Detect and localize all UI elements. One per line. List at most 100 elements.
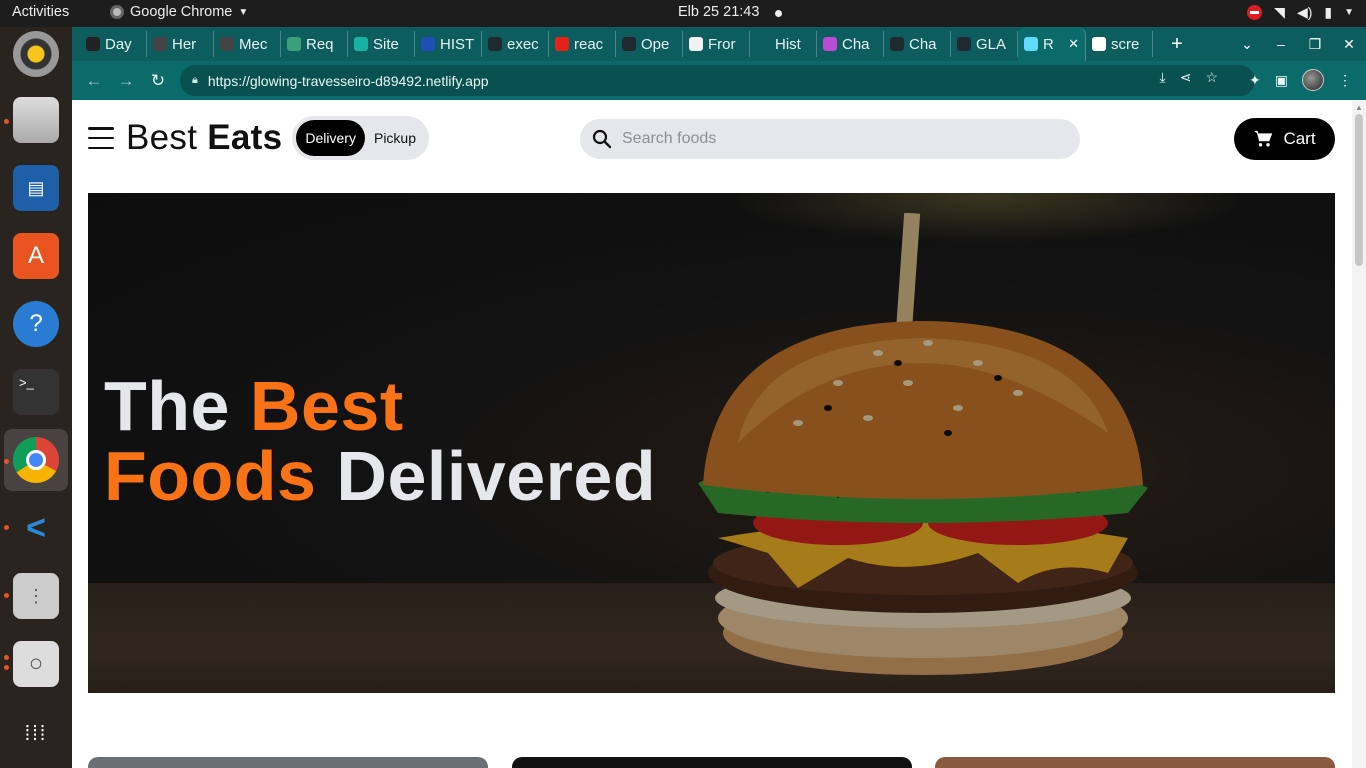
page-scrollbar[interactable]: ▲ bbox=[1352, 100, 1366, 768]
hamburger-menu-icon[interactable] bbox=[88, 127, 114, 149]
browser-tab[interactable]: Site bbox=[348, 31, 415, 57]
system-tray[interactable]: ◥ ◀) ▮ ▼ bbox=[1247, 4, 1354, 21]
writer-icon[interactable]: ▤ bbox=[13, 165, 59, 211]
app-menu[interactable]: Google Chrome ▼ bbox=[110, 4, 248, 20]
tab-strip: Day Her Mec Req Site HIST exec reac Ope Fror Hist C… bbox=[72, 27, 1366, 61]
wifi-icon[interactable]: ◥ bbox=[1274, 4, 1285, 21]
address-bar[interactable]: 🔒︎ https://glowing-travesseiro-d89492.ne… bbox=[180, 65, 1255, 96]
food-card[interactable] bbox=[935, 757, 1335, 768]
cart-button[interactable]: Cart bbox=[1234, 118, 1335, 160]
tab-favicon-icon bbox=[1024, 37, 1038, 51]
chrome-dock-icon[interactable] bbox=[4, 429, 68, 491]
battery-icon[interactable]: ▮ bbox=[1324, 4, 1332, 21]
minimize-icon[interactable]: – bbox=[1264, 36, 1298, 52]
tab-title: Site bbox=[373, 35, 399, 53]
tab-title: Hist bbox=[775, 35, 801, 53]
tab-title: GLA bbox=[976, 35, 1007, 53]
browser-tab[interactable]: exec bbox=[482, 31, 549, 57]
clock[interactable]: Elb 25 21:43 bbox=[678, 4, 759, 20]
image-viewer-icon[interactable]: ○ bbox=[13, 641, 59, 687]
tab-title: R bbox=[1043, 35, 1054, 53]
browser-tab[interactable]: Cha bbox=[817, 31, 884, 57]
install-app-icon[interactable]: ⤓ bbox=[1160, 69, 1166, 86]
omnibox-actions: ⤓ ⋖ ☆ bbox=[1160, 69, 1219, 86]
close-tab-icon[interactable]: ✕ bbox=[1068, 36, 1079, 52]
rhythmbox-icon[interactable] bbox=[13, 31, 59, 77]
archive-manager-icon[interactable]: ⋮ bbox=[13, 573, 59, 619]
browser-tab[interactable]: Fror bbox=[683, 31, 750, 57]
files-icon[interactable] bbox=[13, 97, 59, 143]
vscode-icon[interactable]: < bbox=[13, 505, 59, 551]
volume-icon[interactable]: ◀) bbox=[1297, 4, 1312, 21]
browser-tab[interactable]: R ✕ bbox=[1018, 27, 1086, 61]
tab-title: exec bbox=[507, 35, 539, 53]
search-bar bbox=[580, 119, 1080, 159]
food-card[interactable] bbox=[88, 757, 488, 768]
food-card[interactable] bbox=[512, 757, 912, 768]
app-menu-label: Google Chrome bbox=[130, 4, 233, 20]
dock: ▤ A ? >_ < ⋮ ○ ⁞⁞⁞ bbox=[0, 27, 72, 768]
maximize-icon[interactable]: ❐ bbox=[1298, 36, 1332, 53]
tab-favicon-icon bbox=[555, 37, 569, 51]
running-indicator bbox=[4, 525, 9, 530]
chevron-down-icon[interactable]: ▼ bbox=[1344, 7, 1354, 18]
browser-tab[interactable]: HIST bbox=[415, 31, 482, 57]
tab-title: Her bbox=[172, 35, 197, 53]
scroll-up-icon[interactable]: ▲ bbox=[1355, 103, 1363, 112]
reload-icon[interactable]: ↻ bbox=[142, 71, 174, 91]
tab-favicon-icon bbox=[153, 37, 167, 51]
back-icon[interactable]: ← bbox=[78, 71, 110, 91]
browser-tab[interactable]: Cha bbox=[884, 31, 951, 57]
delivery-pickup-toggle: Delivery Pickup bbox=[292, 116, 430, 160]
extensions-icon[interactable]: ✦ bbox=[1249, 72, 1261, 89]
forward-icon[interactable]: → bbox=[110, 71, 142, 91]
hero-banner: The Best Foods Delivered bbox=[88, 193, 1335, 693]
close-window-icon[interactable]: ✕ bbox=[1332, 36, 1366, 53]
tab-favicon-icon bbox=[957, 37, 971, 51]
system-top-bar: Activities Google Chrome ▼ Elb 25 21:43 … bbox=[0, 0, 1366, 27]
tab-favicon-icon bbox=[1092, 37, 1106, 51]
url-text[interactable]: https://glowing-travesseiro-d89492.netli… bbox=[208, 73, 489, 89]
menu-kebab-icon[interactable]: ⋮ bbox=[1338, 72, 1352, 89]
tab-favicon-icon bbox=[823, 37, 837, 51]
show-apps-icon[interactable]: ⁞⁞⁞ bbox=[13, 711, 59, 757]
hero-word-the: The bbox=[104, 367, 230, 445]
lock-icon[interactable]: 🔒︎ bbox=[192, 74, 198, 87]
browser-tab[interactable]: Hist bbox=[750, 31, 817, 57]
terminal-icon[interactable]: >_ bbox=[13, 369, 59, 415]
bookmark-star-icon[interactable]: ☆ bbox=[1205, 69, 1218, 86]
browser-tab[interactable]: GLA bbox=[951, 31, 1018, 57]
tab-search-icon[interactable]: ⌄ bbox=[1230, 36, 1264, 53]
browser-tab[interactable]: scre bbox=[1086, 31, 1153, 57]
pickup-option[interactable]: Pickup bbox=[365, 120, 425, 156]
browser-tab[interactable]: Mec bbox=[214, 31, 281, 57]
tab-title: scre bbox=[1111, 35, 1140, 53]
hero-headline: The Best Foods Delivered bbox=[104, 371, 656, 511]
browser-tab[interactable]: Ope bbox=[616, 31, 683, 57]
tab-title: Mec bbox=[239, 35, 268, 53]
software-center-icon[interactable]: A bbox=[13, 233, 59, 279]
browser-tab[interactable]: Her bbox=[147, 31, 214, 57]
tab-favicon-icon bbox=[689, 37, 703, 51]
browser-tab[interactable]: Day bbox=[80, 31, 147, 57]
web-page: Best Eats Delivery Pickup Cart bbox=[72, 100, 1366, 768]
profile-avatar[interactable] bbox=[1302, 69, 1324, 91]
browser-tab[interactable]: reac bbox=[549, 31, 616, 57]
search-input[interactable] bbox=[622, 130, 1022, 148]
tab-favicon-icon bbox=[86, 37, 100, 51]
tab-title: Fror bbox=[708, 35, 736, 53]
new-tab-icon[interactable]: + bbox=[1161, 33, 1193, 56]
activities-button[interactable]: Activities bbox=[12, 4, 69, 20]
tab-favicon-icon bbox=[220, 37, 234, 51]
tab-title: HIST bbox=[440, 35, 475, 53]
category-cards bbox=[88, 757, 1335, 768]
share-icon[interactable]: ⋖ bbox=[1180, 69, 1192, 86]
browser-tab[interactable]: Req bbox=[281, 31, 348, 57]
scrollbar-thumb[interactable] bbox=[1355, 114, 1363, 266]
help-icon[interactable]: ? bbox=[13, 301, 59, 347]
do-not-disturb-icon[interactable] bbox=[1247, 5, 1263, 20]
side-panel-icon[interactable]: ▣ bbox=[1275, 72, 1288, 89]
brand-regular: Best bbox=[126, 118, 198, 157]
running-indicator bbox=[4, 593, 9, 598]
delivery-option[interactable]: Delivery bbox=[296, 120, 365, 156]
